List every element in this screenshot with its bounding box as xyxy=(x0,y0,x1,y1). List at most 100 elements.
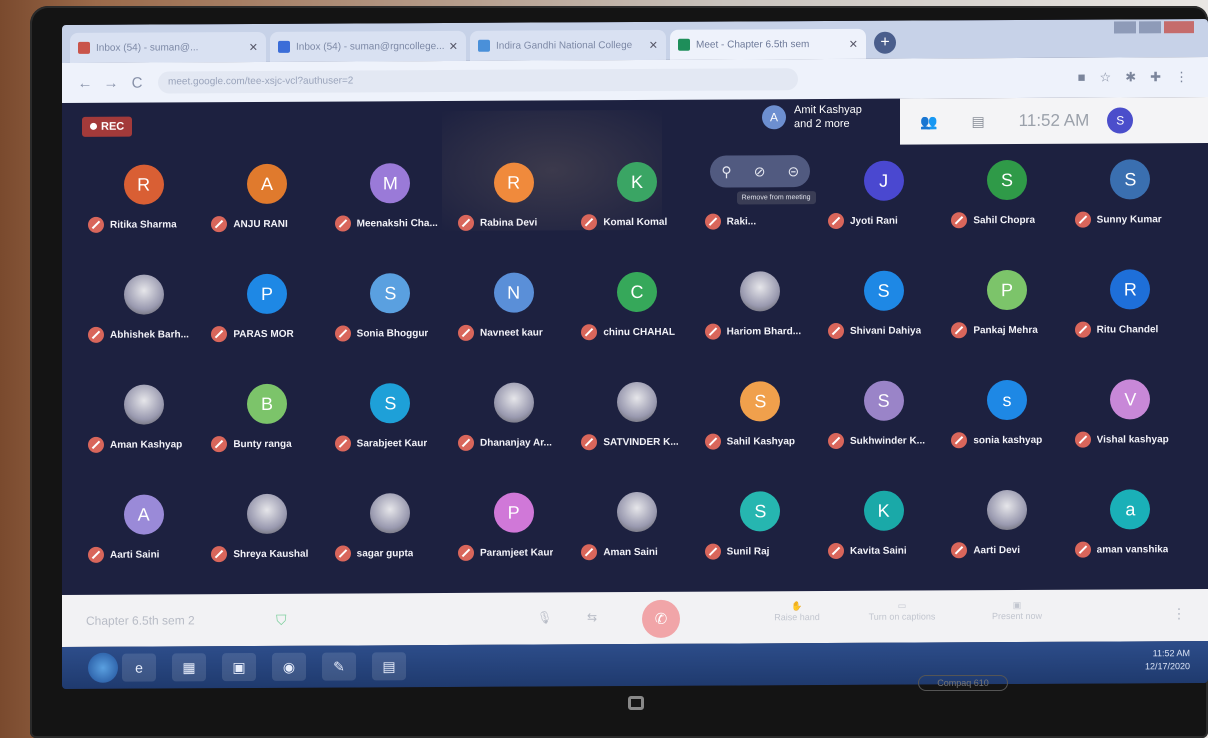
participant-avatar xyxy=(123,274,164,315)
participant-tile[interactable]: Cchinu CHAHAL xyxy=(575,262,698,373)
mic-icon[interactable]: 🎙 xyxy=(537,610,552,624)
remove-icon[interactable]: ⊝ xyxy=(788,163,800,180)
participant-name: Navneet kaur xyxy=(480,326,543,339)
participant-tile[interactable]: V Vishal kashyap xyxy=(1069,369,1192,480)
participant-name: Shreya Kaushal xyxy=(233,548,309,560)
meet-clock: 11:52 AM xyxy=(1018,110,1090,130)
folder-icon[interactable]: ▦ xyxy=(172,653,206,682)
participant-tile[interactable]: a aman vanshika xyxy=(1069,479,1192,590)
tab-close-icon[interactable]: ✕ xyxy=(249,40,258,53)
participant-tile[interactable]: S Sonia Bhoggur xyxy=(329,263,452,374)
participant-name: Jyoti Rani xyxy=(850,215,898,227)
media-icon[interactable]: ▣ xyxy=(222,652,256,682)
back-button[interactable]: ← xyxy=(72,74,98,91)
recording-label: REC xyxy=(101,120,125,133)
mute-icon[interactable]: ⊘ xyxy=(754,163,766,180)
participant-tile[interactable]: S Shivani Dahiya xyxy=(822,260,945,371)
close-window-button[interactable] xyxy=(1164,21,1194,34)
menu-dots-icon[interactable]: ⋮ xyxy=(1175,69,1188,85)
participant-tile[interactable]: M Meenakshi Cha... xyxy=(329,153,452,264)
chat-icon[interactable]: ▤ xyxy=(971,113,984,130)
people-icon[interactable]: 👥 xyxy=(920,113,937,130)
participant-tile[interactable]: SATVINDER K... xyxy=(575,372,698,483)
participant-tile[interactable]: Dhananjay Ar... xyxy=(452,372,575,483)
ie-icon[interactable]: e xyxy=(122,653,156,682)
participant-name-row: Sonia Bhoggur xyxy=(334,325,451,342)
participant-tile[interactable]: S Sarabjeet Kaur xyxy=(329,373,452,484)
remove-tooltip: Remove from meeting xyxy=(736,191,816,205)
participant-tile[interactable]: S Sahil Chopra xyxy=(945,150,1068,261)
meeting-title[interactable]: Chapter 6.5th sem 2 xyxy=(86,613,256,628)
maximize-button[interactable] xyxy=(1139,21,1161,34)
participant-tile[interactable]: S Sunil Raj xyxy=(699,481,822,592)
participant-tile[interactable]: P Paramjeet Kaur xyxy=(452,482,575,593)
participant-tile[interactable]: sagar gupta xyxy=(329,483,452,594)
participant-tile[interactable]: R Ritika Sharma xyxy=(82,154,205,265)
more-options-icon[interactable]: ⋮ xyxy=(1172,605,1186,622)
app-icon[interactable]: ▤ xyxy=(372,652,406,681)
minimize-button[interactable] xyxy=(1114,21,1136,34)
participant-tile[interactable]: S Sunny Kumar xyxy=(1069,149,1192,260)
participant-tile[interactable]: P Pankaj Mehra xyxy=(945,260,1068,371)
participant-tile[interactable]: Aman Saini xyxy=(575,482,698,593)
captions-button[interactable]: ▭ Turn on captions xyxy=(857,600,947,622)
puzzle-icon[interactable]: ✚ xyxy=(1150,69,1161,85)
forward-button[interactable]: → xyxy=(98,74,124,91)
tab-close-icon[interactable]: ✕ xyxy=(649,38,658,51)
present-now-label: Present now xyxy=(991,610,1043,622)
reload-button[interactable]: C xyxy=(124,74,150,91)
shield-icon[interactable]: ⛉ xyxy=(276,611,287,628)
raise-hand-button[interactable]: ✋ Raise hand xyxy=(752,601,842,622)
participant-name-row: Aarti Devi xyxy=(951,542,1067,559)
participant-tile[interactable]: ⚲ ⊘ ⊝ Remove from meeting Raki... xyxy=(699,151,822,262)
mic-off-icon xyxy=(704,323,721,340)
tab-close-icon[interactable]: ✕ xyxy=(849,37,858,50)
participant-grid: R Ritika Sharma A ANJU RANI M Meenakshi Cha..… xyxy=(82,149,1192,595)
participant-tile[interactable]: A ANJU RANI xyxy=(205,154,328,265)
participant-tile[interactable]: K Komal Komal xyxy=(575,152,698,263)
pin-icon[interactable]: ⚲ xyxy=(721,163,731,180)
browser-tab[interactable]: Inbox (54) - suman@rgncollege... ✕ xyxy=(270,30,466,62)
participant-tile[interactable]: S Sukhwinder K... xyxy=(822,370,945,481)
tab-close-icon[interactable]: ✕ xyxy=(449,39,458,52)
participant-avatar: S xyxy=(740,381,781,422)
participant-tile[interactable]: N Navneet kaur xyxy=(452,262,575,373)
self-avatar[interactable]: S xyxy=(1107,107,1134,134)
end-call-button[interactable]: ✆ xyxy=(642,599,680,638)
participant-tile[interactable]: R Rabina Devi xyxy=(452,152,575,263)
chrome-icon[interactable]: ◉ xyxy=(272,652,306,681)
start-button[interactable] xyxy=(88,652,118,683)
participant-tile[interactable]: Abhishek Barh... xyxy=(82,264,205,375)
new-tab-button[interactable]: + xyxy=(874,31,896,54)
participant-tile[interactable]: P PARAS MOR xyxy=(205,264,328,375)
mic-off-icon xyxy=(704,433,721,450)
participant-tile[interactable]: B Bunty ranga xyxy=(205,374,328,485)
mic-off-icon xyxy=(704,213,721,230)
browser-tab[interactable]: Indira Gandhi National College ✕ xyxy=(470,29,666,61)
present-now-button[interactable]: ▣ Present now xyxy=(972,600,1062,621)
browser-tab[interactable]: Inbox (54) - suman@... ✕ xyxy=(70,31,266,63)
presenter-avatar: A xyxy=(762,105,786,130)
mic-off-icon xyxy=(334,435,351,452)
participant-tile[interactable]: s sonia kashyap xyxy=(945,370,1068,481)
participant-tile[interactable]: Aarti Devi xyxy=(945,480,1068,591)
participant-tile[interactable]: R Ritu Chandel xyxy=(1069,259,1192,370)
star-icon[interactable]: ☆ xyxy=(1100,70,1112,86)
camera-icon[interactable]: ■ xyxy=(1078,70,1086,86)
participant-tile[interactable]: Shreya Kaushal xyxy=(205,484,328,595)
participant-avatar: P xyxy=(246,273,287,315)
participant-tile[interactable]: K Kavita Saini xyxy=(822,480,945,591)
participant-avatar xyxy=(123,384,164,425)
extension-icon[interactable]: ✱ xyxy=(1125,69,1136,85)
mic-off-icon xyxy=(211,216,228,233)
paint-icon[interactable]: ✎ xyxy=(322,652,356,681)
participant-tile[interactable]: J Jyoti Rani xyxy=(822,150,945,261)
participant-tile[interactable]: A Aarti Saini xyxy=(82,484,205,595)
participant-tile[interactable]: Hariom Bhard... xyxy=(699,261,822,372)
browser-tab[interactable]: Meet - Chapter 6.5th sem ✕ xyxy=(670,28,866,60)
participant-tile[interactable]: Aman Kashyap xyxy=(82,374,205,485)
camera-toggle-icon[interactable]: ⇆ xyxy=(587,610,597,624)
url-input[interactable]: meet.google.com/tee-xsjc-vcl?authuser=2 xyxy=(158,68,798,94)
participant-tile[interactable]: S Sahil Kashyap xyxy=(699,371,822,482)
participant-avatar: K xyxy=(863,490,904,531)
